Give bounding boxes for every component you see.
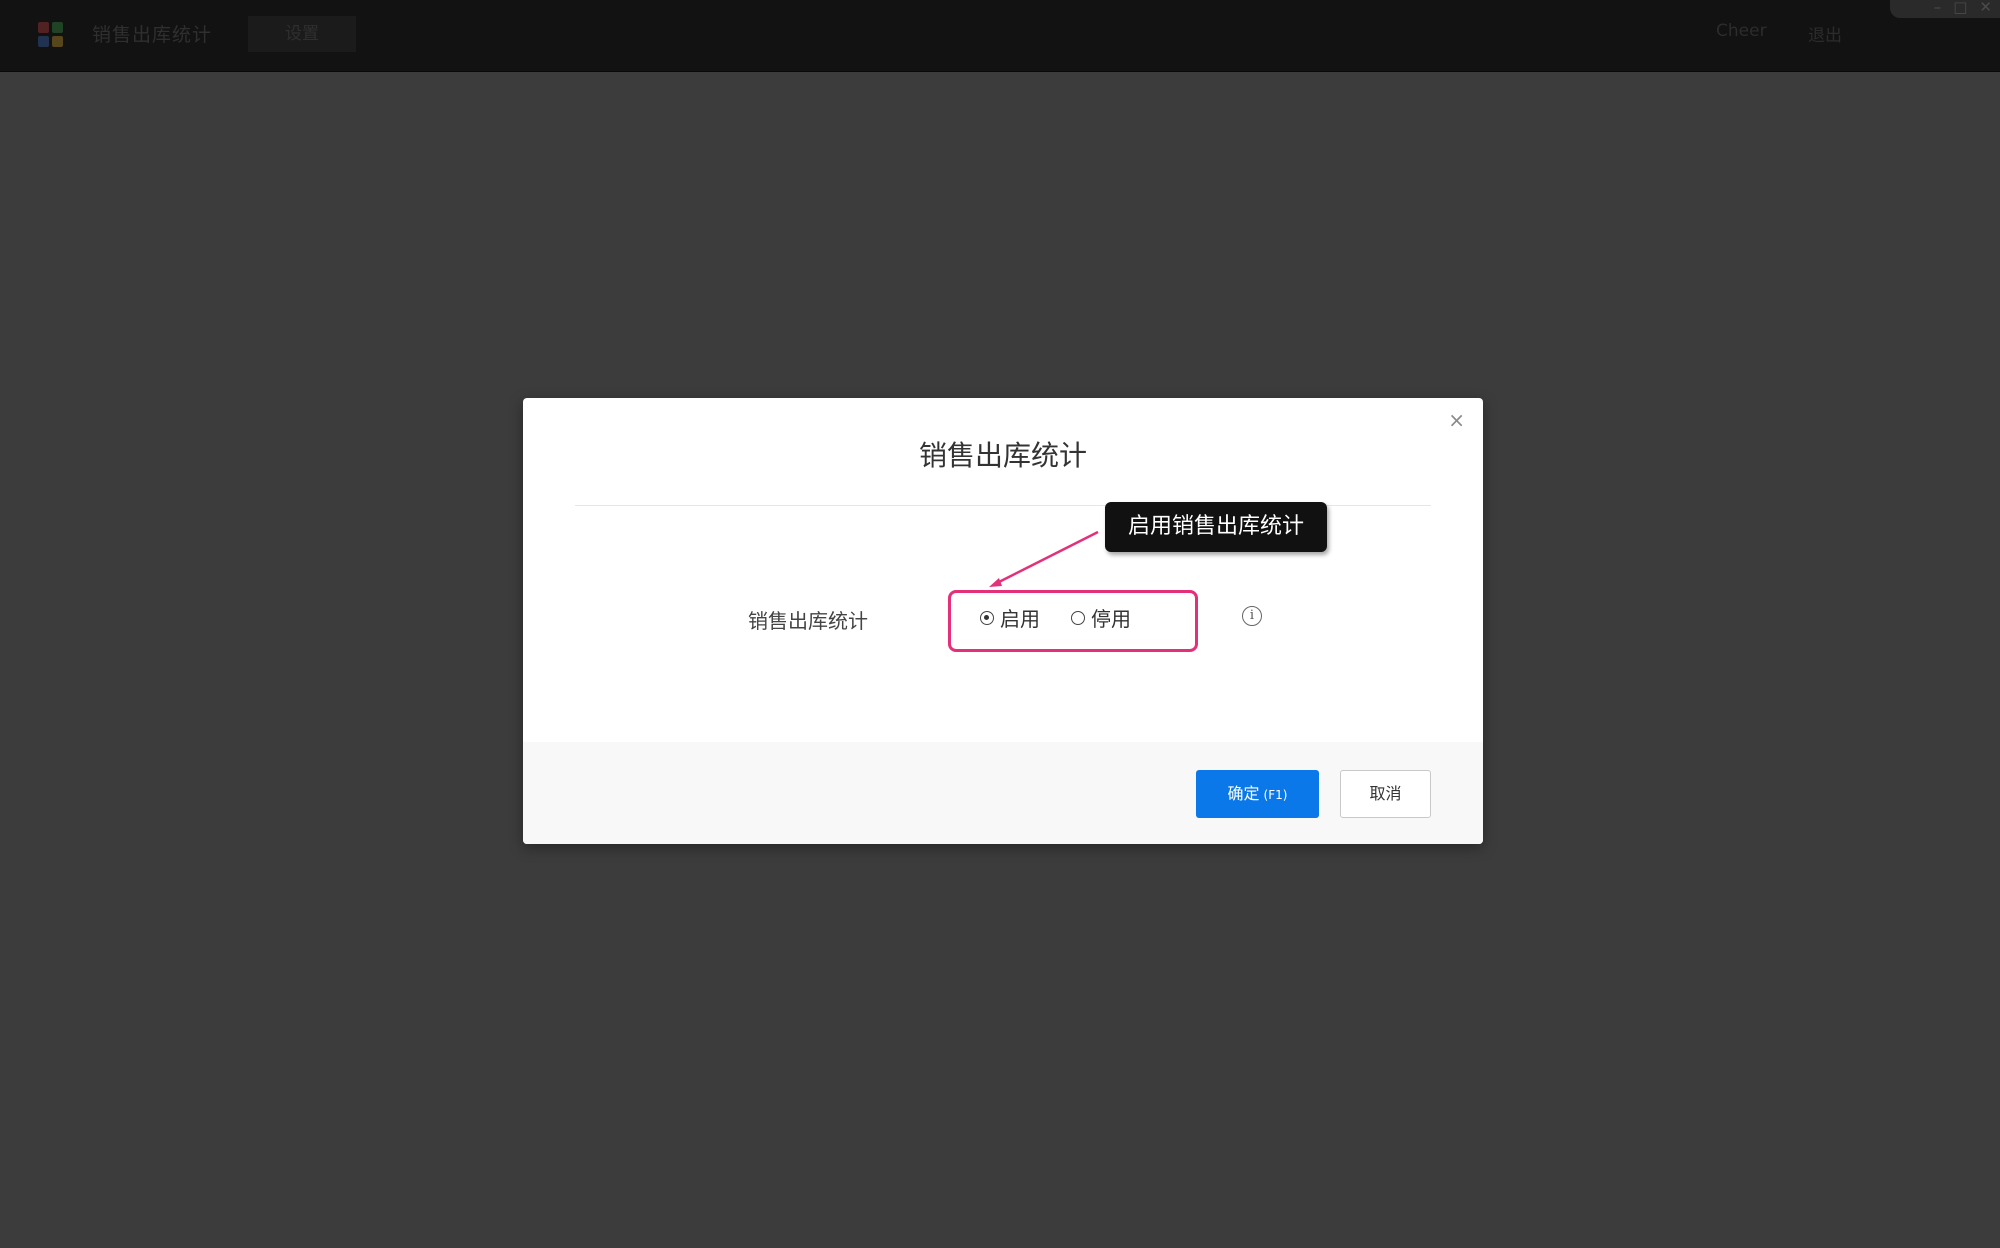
window-control-buttons: – □ ✕ bbox=[1934, 0, 1992, 16]
confirm-shortcut: (F1) bbox=[1263, 788, 1288, 802]
maximize-icon[interactable]: □ bbox=[1953, 0, 1967, 16]
top-app-bar: 销售出库统计 设置 Cheer 退出 – □ ✕ bbox=[0, 0, 2000, 72]
window-close-icon[interactable]: ✕ bbox=[1979, 0, 1992, 16]
app-title: 销售出库统计 bbox=[92, 24, 213, 46]
cancel-button[interactable]: 取消 bbox=[1340, 770, 1431, 818]
logout-link[interactable]: 退出 bbox=[1808, 21, 1842, 46]
user-name[interactable]: Cheer bbox=[1716, 21, 1767, 41]
confirm-button[interactable]: 确定 (F1) bbox=[1196, 770, 1319, 818]
app-logo-icon bbox=[38, 22, 64, 48]
tab-settings[interactable]: 设置 bbox=[248, 16, 356, 52]
dialog-footer bbox=[523, 742, 1483, 844]
minimize-icon[interactable]: – bbox=[1934, 0, 1942, 16]
annotation-tooltip: 启用销售出库统计 bbox=[1105, 502, 1327, 552]
confirm-label: 确定 bbox=[1227, 784, 1260, 803]
settings-dialog: × 销售出库统计 销售出库统计 启用 停用 i 启用销售出库统计 确定 (F1) … bbox=[523, 398, 1483, 844]
